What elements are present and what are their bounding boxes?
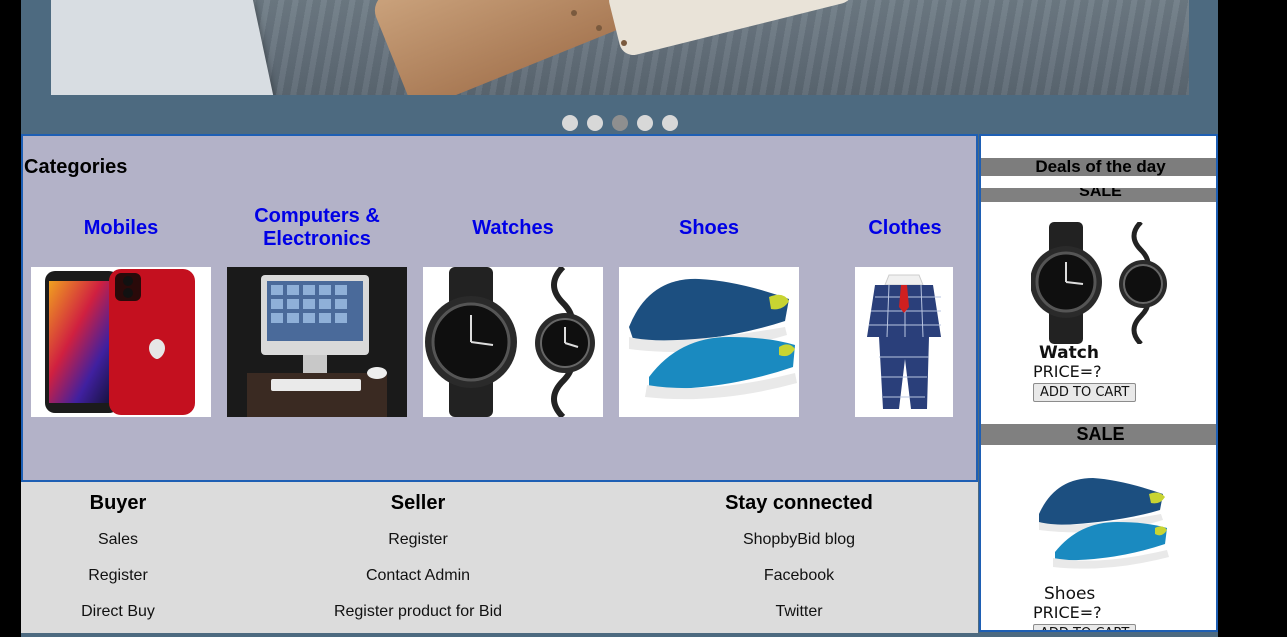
category-watches[interactable]: Watches (423, 204, 603, 417)
category-link-watches[interactable]: Watches (423, 204, 603, 252)
deals-of-the-day-panel: Deals of the day SALE Watch PRICE=? ADD (979, 134, 1218, 632)
category-clothes[interactable]: Clothes (815, 204, 995, 417)
deal-shoes-image[interactable] (1033, 474, 1173, 579)
category-mobiles[interactable]: Mobiles (31, 204, 211, 417)
deal-name-shoes: Shoes (1044, 584, 1096, 604)
hero-banner-image (51, 0, 1189, 95)
footer-link-seller-register[interactable]: Register (318, 531, 518, 549)
footer-buyer-column: Buyer Sales Register Direct Buy (58, 482, 178, 621)
footer-social-column: Stay connected ShopbyBid blog Facebook T… (699, 482, 899, 621)
footer-link-twitter[interactable]: Twitter (699, 603, 899, 621)
footer-link-buyer-register[interactable]: Register (58, 567, 178, 585)
footer-buyer-heading: Buyer (89, 492, 147, 514)
computer-image[interactable] (227, 267, 407, 417)
footer-link-sales[interactable]: Sales (58, 531, 178, 549)
sale-label-1: SALE (1079, 188, 1122, 200)
deals-header: Deals of the day (981, 157, 1216, 176)
deal-price-watch: PRICE=? (1033, 362, 1102, 381)
watches-image[interactable] (423, 267, 603, 417)
add-to-cart-button-shoes[interactable]: ADD TO CART (1033, 624, 1137, 630)
footer: Buyer Sales Register Direct Buy Seller R… (21, 482, 978, 637)
footer-link-blog[interactable]: ShopbyBid blog (699, 531, 899, 549)
add-to-cart-button-watch[interactable]: ADD TO CART (1033, 383, 1137, 402)
carousel-dot-2[interactable] (587, 115, 603, 131)
footer-link-contact-admin[interactable]: Contact Admin (318, 567, 518, 585)
footer-link-facebook[interactable]: Facebook (699, 567, 899, 585)
clothes-image[interactable] (855, 267, 953, 417)
mobile-phone-image[interactable] (31, 267, 211, 417)
carousel-dot-3[interactable] (612, 115, 628, 131)
category-link-mobiles[interactable]: Mobiles (31, 204, 211, 252)
bottom-strip (21, 633, 978, 637)
footer-seller-heading: Seller (390, 492, 446, 514)
category-shoes[interactable]: Shoes (619, 204, 799, 417)
footer-link-register-product[interactable]: Register product for Bid (318, 603, 518, 621)
deal-watch-image[interactable] (1030, 220, 1171, 349)
footer-link-direct-buy[interactable]: Direct Buy (58, 603, 178, 621)
categories-heading: Categories (24, 156, 128, 178)
sale-bar-1: SALE (981, 188, 1216, 202)
deal-name-watch: Watch (1039, 343, 1099, 363)
carousel-dot-4[interactable] (637, 115, 653, 131)
category-link-clothes[interactable]: Clothes (815, 204, 995, 252)
footer-seller-column: Seller Register Contact Admin Register p… (318, 482, 518, 621)
category-link-shoes[interactable]: Shoes (619, 204, 799, 252)
shoes-image[interactable] (619, 267, 799, 417)
category-computers[interactable]: Computers & Electronics (227, 204, 407, 417)
carousel-dot-1[interactable] (562, 115, 578, 131)
carousel-dot-5[interactable] (662, 115, 678, 131)
sale-label-2: SALE (1076, 424, 1125, 444)
carousel-indicators (562, 115, 678, 131)
category-link-computers[interactable]: Computers & Electronics (227, 204, 407, 252)
sale-bar-2: SALE (981, 424, 1216, 445)
categories-panel: Categories Mobiles Computers & Electroni… (21, 134, 978, 482)
deals-title: Deals of the day (1035, 157, 1166, 176)
footer-social-heading: Stay connected (725, 492, 873, 514)
page-frame: Categories Mobiles Computers & Electroni… (21, 0, 1218, 637)
deal-price-shoes: PRICE=? (1033, 603, 1102, 622)
